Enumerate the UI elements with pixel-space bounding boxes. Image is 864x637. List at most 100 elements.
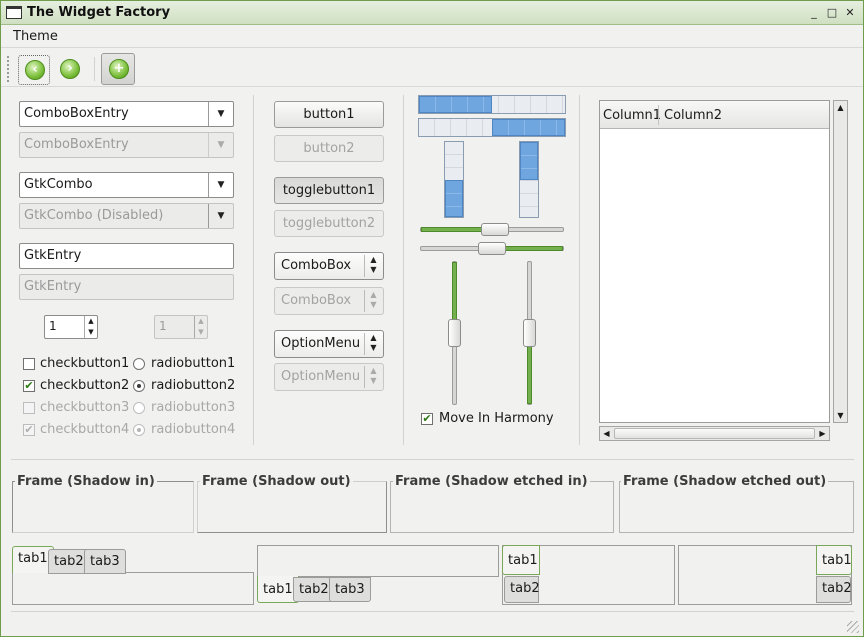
checkbutton3-label: checkbutton3 xyxy=(40,400,130,415)
combobox-text: ComboBox xyxy=(281,258,352,273)
add-button[interactable]: + xyxy=(101,53,135,85)
gtk-entry-disabled-text: GtkEntry xyxy=(24,279,82,294)
checkbutton4-box: ✔ xyxy=(23,423,35,436)
column1-header[interactable]: Column1 xyxy=(603,108,661,123)
optionmenu[interactable]: OptionMenu ▲ ▼ xyxy=(274,330,384,358)
checkbutton2-label[interactable]: checkbutton2 xyxy=(40,378,129,393)
notebook-4-tab1[interactable]: tab1 xyxy=(816,545,852,575)
frame-shadow-out-label: Frame (Shadow out) xyxy=(200,474,353,489)
optionmenu-disabled-text: OptionMenu xyxy=(281,369,361,384)
notebook-2-tab3[interactable]: tab3 xyxy=(329,577,371,602)
vertical-scrollbar[interactable]: ▲ ▼ xyxy=(833,100,848,423)
column2-header[interactable]: Column2 xyxy=(664,108,722,123)
resize-grip[interactable] xyxy=(847,621,859,633)
toolbar: ‹ › + xyxy=(1,49,863,87)
hprogress-1 xyxy=(418,95,566,114)
tree-view[interactable]: Column1 Column2 xyxy=(599,100,830,423)
checkbutton2-box[interactable]: ✔ xyxy=(23,380,35,392)
menu-bar: Theme xyxy=(1,26,863,48)
button1[interactable]: button1 xyxy=(274,101,384,128)
radiobutton1-circle[interactable] xyxy=(133,358,145,370)
scroll-down-icon[interactable]: ▼ xyxy=(834,409,847,422)
hscale-2-handle[interactable] xyxy=(478,242,506,255)
button2: button2 xyxy=(274,135,384,162)
menu-theme[interactable]: Theme xyxy=(13,29,58,44)
scroll-right-icon[interactable]: ▶ xyxy=(816,427,829,440)
gtk-entry[interactable]: GtkEntry xyxy=(19,243,234,269)
radiobutton1-label[interactable]: radiobutton1 xyxy=(151,356,235,371)
vprogress-1-fill xyxy=(445,179,463,217)
checkbutton3-box xyxy=(23,402,35,414)
spin-button-disabled: 1 ▲ ▼ xyxy=(154,315,208,339)
togglebutton2: togglebutton2 xyxy=(274,210,384,237)
checkbutton4-label: checkbutton4 xyxy=(40,422,130,437)
harmony-label[interactable]: Move In Harmony xyxy=(439,411,554,426)
gtkcombo-disabled-text: GtkCombo (Disabled) xyxy=(24,208,164,223)
chevron-down-icon[interactable]: ▼ xyxy=(208,102,233,126)
gtkcombo[interactable]: GtkCombo ▼ xyxy=(19,172,234,198)
togglebutton1[interactable]: togglebutton1 xyxy=(274,177,384,204)
gtkcombo-disabled: GtkCombo (Disabled) ▼ xyxy=(19,203,234,229)
horizontal-scrollbar[interactable]: ◀ ▶ xyxy=(599,426,830,441)
notebook-3-tab1[interactable]: tab1 xyxy=(502,545,540,575)
main-window: The Widget Factory _ □ ✕ Theme ‹ › + Com… xyxy=(0,0,864,637)
updown-icon: ▲ ▼ xyxy=(364,290,382,312)
vprogress-2 xyxy=(519,141,539,218)
maximize-button[interactable]: □ xyxy=(825,6,839,19)
column-separator xyxy=(403,95,404,445)
hprogress-2 xyxy=(418,118,566,137)
spin-updown-icon[interactable]: ▲ ▼ xyxy=(84,316,97,338)
notebook-3-tab2[interactable]: tab2 xyxy=(504,576,540,603)
scroll-left-icon[interactable]: ◀ xyxy=(600,427,613,440)
updown-icon: ▲ ▼ xyxy=(364,255,382,277)
gtkcombo-text: GtkCombo xyxy=(24,177,93,192)
harmony-checkbox[interactable]: ✔ xyxy=(421,413,433,425)
combobox-entry-disabled: ComboBoxEntry ▼ xyxy=(19,132,234,158)
toolbar-separator xyxy=(94,57,95,81)
minimize-button[interactable]: _ xyxy=(807,6,821,19)
window-icon xyxy=(6,6,22,19)
radiobutton3-circle xyxy=(133,402,145,414)
scroll-up-icon[interactable]: ▲ xyxy=(834,101,847,114)
combobox-entry-disabled-text: ComboBoxEntry xyxy=(24,137,129,152)
optionmenu-disabled: OptionMenu ▲ ▼ xyxy=(274,363,384,391)
vprogress-2-fill xyxy=(520,142,538,180)
section-separator xyxy=(11,459,854,460)
back-button[interactable]: ‹ xyxy=(18,55,50,85)
checkbutton1-box[interactable] xyxy=(23,358,35,370)
radiobutton3-label: radiobutton3 xyxy=(151,400,236,415)
vscale-1-handle[interactable] xyxy=(448,319,461,347)
notebook-1-tab3[interactable]: tab3 xyxy=(84,549,126,574)
notebook-4-tab2[interactable]: tab2 xyxy=(816,576,852,603)
forward-icon: › xyxy=(60,59,80,79)
title-bar[interactable]: The Widget Factory _ □ ✕ xyxy=(1,1,863,25)
combobox-disabled: ComboBox ▲ ▼ xyxy=(274,287,384,315)
radiobutton4-label: radiobutton4 xyxy=(151,422,236,437)
toolbar-grip[interactable] xyxy=(7,56,10,82)
checkbutton1-label[interactable]: checkbutton1 xyxy=(40,356,129,371)
column-divider xyxy=(658,105,659,125)
hprogress-1-fill xyxy=(419,96,492,113)
close-button[interactable]: ✕ xyxy=(843,6,857,19)
gtk-entry-text: GtkEntry xyxy=(24,248,82,263)
hscale-1-handle[interactable] xyxy=(481,223,509,236)
combobox-disabled-text: ComboBox xyxy=(281,293,352,308)
combobox-entry[interactable]: ComboBoxEntry ▼ xyxy=(19,101,234,127)
notebook-2-panel xyxy=(257,545,499,577)
frame-shadow-in-label: Frame (Shadow in) xyxy=(15,474,157,489)
spin-button-disabled-value: 1 xyxy=(159,319,167,333)
column-separator xyxy=(579,95,580,445)
updown-icon: ▲ ▼ xyxy=(364,333,382,355)
spin-button[interactable]: 1 ▲ ▼ xyxy=(44,315,98,339)
chevron-down-icon[interactable]: ▼ xyxy=(208,204,233,228)
column-separator xyxy=(253,95,254,445)
hprogress-2-fill xyxy=(492,119,565,136)
updown-icon: ▲ ▼ xyxy=(364,366,382,388)
radiobutton2-label[interactable]: radiobutton2 xyxy=(151,378,235,393)
radiobutton2-circle[interactable] xyxy=(133,380,145,392)
scrollbar-thumb[interactable] xyxy=(614,428,815,439)
combobox[interactable]: ComboBox ▲ ▼ xyxy=(274,252,384,280)
chevron-down-icon[interactable]: ▼ xyxy=(208,173,233,197)
forward-button[interactable]: › xyxy=(54,55,86,85)
vscale-2-handle[interactable] xyxy=(523,319,536,347)
